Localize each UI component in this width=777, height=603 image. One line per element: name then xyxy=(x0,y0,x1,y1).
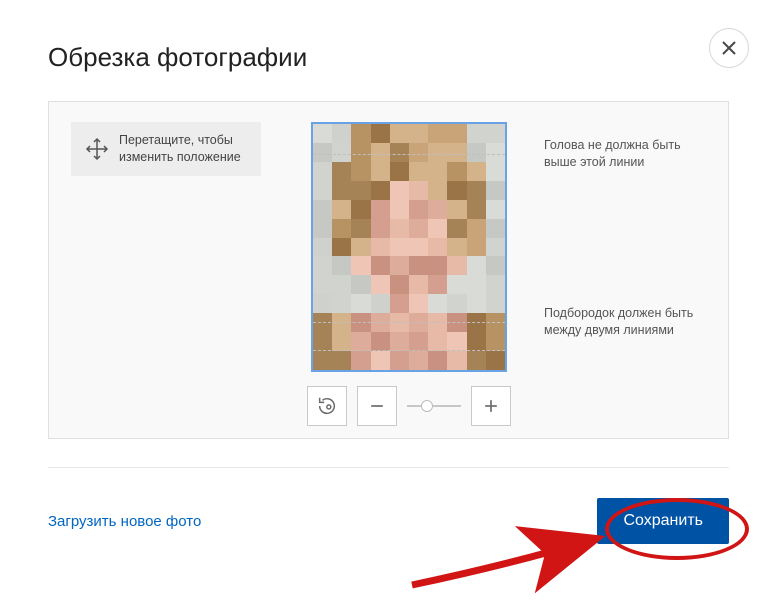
move-icon xyxy=(85,137,109,161)
photo-placeholder xyxy=(313,124,505,370)
plus-icon xyxy=(481,396,501,416)
minus-icon xyxy=(367,396,387,416)
guideline-top-label: Голова не должна быть выше этой линии xyxy=(544,137,714,171)
guideline-bottom xyxy=(313,350,505,351)
zoom-in-button[interactable] xyxy=(471,386,511,426)
zoom-slider-thumb[interactable] xyxy=(421,400,433,412)
drag-hint-box: Перетащите, чтобы изменить положение xyxy=(71,122,261,176)
guideline-bottom-label-line1: Подбородок должен быть xyxy=(544,306,693,320)
zoom-slider[interactable] xyxy=(407,403,461,409)
rotate-icon xyxy=(316,395,338,417)
save-button[interactable]: Сохранить xyxy=(597,498,729,544)
guideline-top-label-line1: Голова не должна быть xyxy=(544,138,681,152)
close-button[interactable] xyxy=(709,28,749,68)
guideline-middle xyxy=(313,322,505,323)
guideline-top xyxy=(313,154,505,155)
guideline-top-label-line2: выше этой линии xyxy=(544,155,644,169)
footer: Загрузить новое фото Сохранить xyxy=(48,468,729,544)
guideline-bottom-label: Подбородок должен быть между двумя линия… xyxy=(544,305,714,339)
upload-new-photo-link[interactable]: Загрузить новое фото xyxy=(48,513,201,530)
close-icon xyxy=(722,41,736,55)
guideline-bottom-label-line2: между двумя линиями xyxy=(544,323,674,337)
crop-panel: Перетащите, чтобы изменить положение xyxy=(48,101,729,439)
zoom-slider-track xyxy=(407,405,461,407)
annotation-arrow xyxy=(407,535,607,595)
page-title: Обрезка фотографии xyxy=(48,42,729,73)
photo-crop-area[interactable] xyxy=(311,122,507,372)
zoom-controls xyxy=(307,386,511,426)
rotate-button[interactable] xyxy=(307,386,347,426)
zoom-out-button[interactable] xyxy=(357,386,397,426)
drag-hint-text: Перетащите, чтобы изменить положение xyxy=(119,132,247,166)
